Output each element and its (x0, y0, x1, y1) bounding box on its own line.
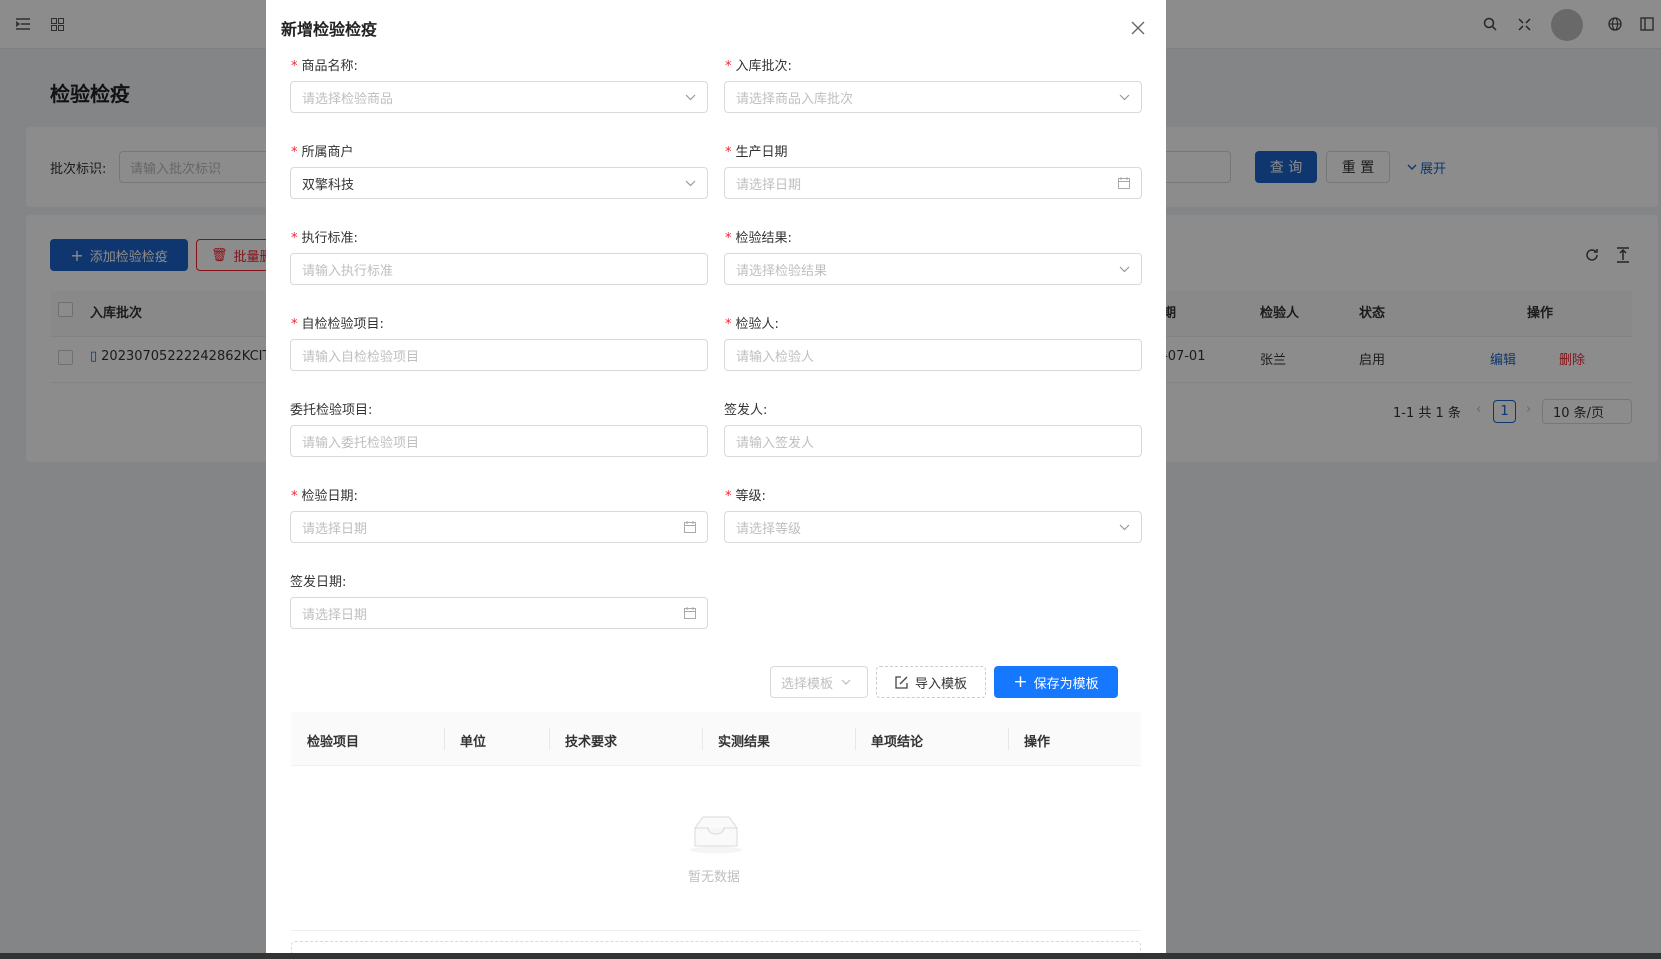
col-unit: 单位 (460, 735, 487, 750)
col-conclusion: 单项结论 (871, 735, 924, 750)
standard-label: * 执行标准: (291, 231, 358, 246)
production-date-label: * 生产日期 (725, 145, 788, 160)
issuer-input[interactable]: 请输入签发人 (724, 425, 1142, 457)
inspection-date-picker[interactable]: 请选择日期 (290, 511, 708, 543)
save-template-button[interactable]: + 保存为模板 (994, 666, 1118, 698)
inbound-batch-label: * 入库批次: (725, 59, 792, 74)
col-operation: 操作 (1024, 735, 1051, 750)
product-name-label: * 商品名称: (291, 59, 358, 74)
modal-title: 新增检验检疫 (281, 20, 378, 39)
chevron-down-icon (841, 679, 851, 685)
self-items-input[interactable]: 请输入自检检验项目 (290, 339, 708, 371)
empty-box-icon (689, 812, 743, 858)
empty-text: 暂无数据 (688, 870, 741, 885)
production-date-picker[interactable]: 请选择日期 (724, 167, 1142, 199)
chevron-down-icon (1117, 90, 1131, 104)
inspector-input[interactable]: 请输入检验人 (724, 339, 1142, 371)
inbound-batch-select[interactable]: 请选择商品入库批次 (724, 81, 1142, 113)
inspector-label: * 检验人: (725, 317, 779, 332)
import-template-button[interactable]: 导入模板 (876, 666, 986, 698)
grade-label: * 等级: (725, 489, 766, 504)
col-measured-result: 实测结果 (718, 735, 771, 750)
close-icon[interactable] (1128, 18, 1148, 38)
chevron-down-icon (1117, 520, 1131, 534)
add-inspection-modal: 新增检验检疫 * 商品名称: 请选择检验商品 * 入库批次: 请选择商品入库批次 *… (266, 0, 1166, 959)
issue-date-picker[interactable]: 请选择日期 (290, 597, 708, 629)
result-label: * 检验结果: (725, 231, 792, 246)
template-select[interactable]: 选择模板 (770, 666, 868, 698)
self-items-label: * 自检检验项目: (291, 317, 384, 332)
grade-select[interactable]: 请选择等级 (724, 511, 1142, 543)
divider (291, 930, 1141, 931)
merchant-label: * 所属商户 (291, 145, 354, 160)
issue-date-label: 签发日期: (290, 575, 347, 590)
calendar-icon (1117, 176, 1131, 190)
edit-icon (895, 675, 908, 689)
chevron-down-icon (1117, 262, 1131, 276)
plus-icon: + (1013, 671, 1028, 692)
standard-input[interactable]: 请输入执行标准 (290, 253, 708, 285)
merchant-select[interactable]: 双擎科技 (290, 167, 708, 199)
calendar-icon (683, 606, 697, 620)
entrusted-items-input[interactable]: 请输入委托检验项目 (290, 425, 708, 457)
chevron-down-icon (683, 176, 697, 190)
result-select[interactable]: 请选择检验结果 (724, 253, 1142, 285)
chevron-down-icon (683, 90, 697, 104)
issuer-label: 签发人: (724, 403, 768, 418)
col-tech-requirement: 技术要求 (565, 735, 618, 750)
entrusted-items-label: 委托检验项目: (290, 403, 373, 418)
product-name-select[interactable]: 请选择检验商品 (290, 81, 708, 113)
bottom-edge (0, 953, 1661, 959)
items-table-header: 检验项目 单位 技术要求 实测结果 单项结论 操作 (291, 712, 1141, 766)
col-inspection-item: 检验项目 (307, 735, 360, 750)
inspection-date-label: * 检验日期: (291, 489, 358, 504)
calendar-icon (683, 520, 697, 534)
